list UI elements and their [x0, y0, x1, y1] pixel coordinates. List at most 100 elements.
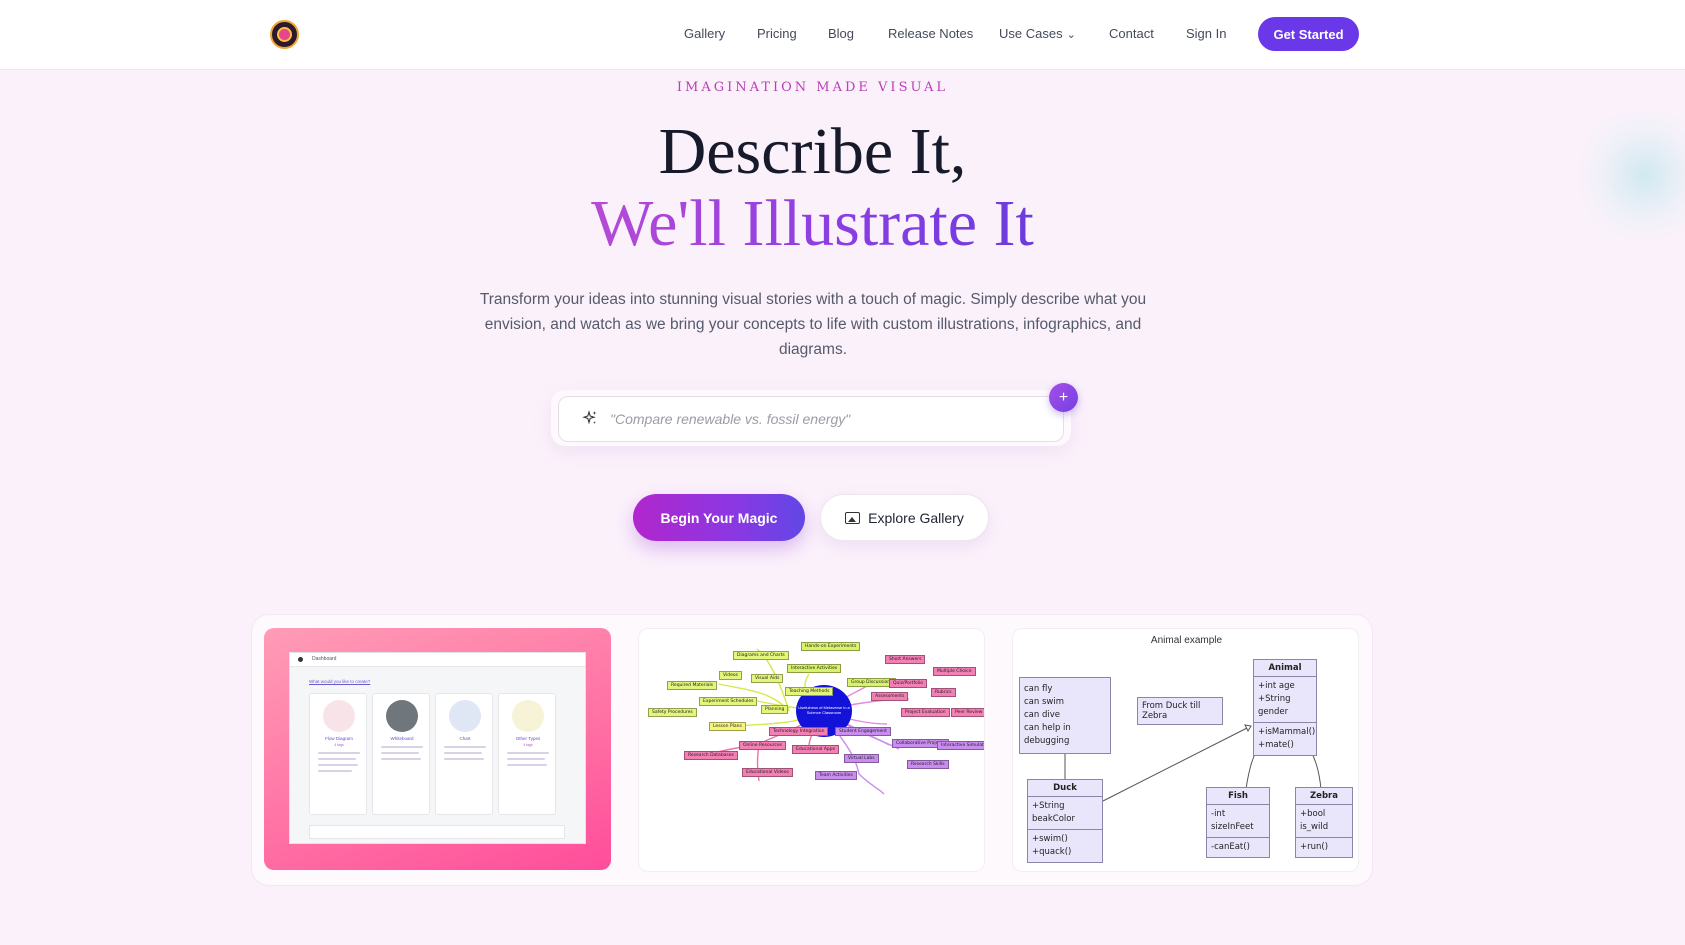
uml-class-methods: +isMammal() +mate()	[1254, 723, 1316, 755]
mindmap-node: Project Evaluation	[901, 708, 950, 717]
text-line	[381, 758, 421, 760]
uml-method: +quack()	[1032, 847, 1072, 857]
mindmap-node: Interactive Simulations	[937, 741, 984, 750]
explore-gallery-label: Explore Gallery	[868, 509, 964, 526]
uml-note: can fly can swim can dive can help in de…	[1019, 677, 1111, 754]
nav-gallery[interactable]: Gallery	[684, 26, 725, 41]
type-name: Flow Diagram	[325, 736, 353, 741]
mindmap-node: Research Skills	[907, 760, 949, 769]
logo[interactable]	[270, 20, 299, 49]
hero-eyebrow: IMAGINATION MADE VISUAL	[676, 80, 949, 95]
app-preview-title: Dashboard	[312, 656, 337, 662]
app-logo-dot	[298, 657, 303, 662]
mindmap-node: Diagrams and Charts	[733, 651, 789, 660]
mindmap-node: Quiz/Portfolio	[889, 679, 928, 688]
text-line	[381, 752, 419, 754]
uml-method: +swim()	[1032, 834, 1068, 844]
uml-label: From Duck till Zebra	[1137, 697, 1223, 725]
app-preview-question: What would you like to create?	[309, 679, 371, 684]
type-tag: 4 tags	[523, 743, 533, 747]
type-name: Whiteboard	[390, 736, 414, 741]
text-line	[318, 770, 352, 772]
mindmap-center: Usefulness of Metaverse in a Science Cla…	[798, 705, 850, 715]
hero-title-line2: We'll Illustrate It	[0, 186, 1625, 262]
uml-field: +int age	[1258, 681, 1295, 691]
app-preview-header: Dashboard	[290, 653, 585, 667]
uml-class-name: Fish	[1207, 788, 1269, 805]
showcase-card-mindmap[interactable]: Usefulness of Metaverse in a Science Cla…	[638, 628, 985, 872]
showcase-card-app[interactable]: Dashboard What would you like to create?…	[264, 628, 611, 870]
top-navbar: Gallery Pricing Blog Release Notes Use C…	[0, 0, 1685, 70]
sparkles-icon-svg	[582, 410, 597, 425]
uml-field: +bool is_wild	[1300, 809, 1329, 832]
mindmap-node: Educational Videos	[742, 768, 793, 777]
hero-subtitle: Transform your ideas into stunning visua…	[479, 291, 1147, 358]
uml-field: +String beakColor	[1032, 801, 1075, 824]
uml-class-fields: +int age +String gender	[1254, 677, 1316, 723]
mindmap-node: Safety Procedures	[648, 708, 697, 717]
mindmap-node: Student Engagement	[835, 727, 891, 736]
mindmap-node: Educational Apps	[792, 745, 839, 754]
nav-pricing[interactable]: Pricing	[757, 26, 797, 41]
mindmap-node: Team Activities	[815, 771, 857, 780]
uml-class-fish: Fish -int sizeInFeet -canEat()	[1206, 787, 1270, 858]
sparkles-icon	[582, 410, 598, 431]
uml-class-methods: -canEat()	[1207, 838, 1269, 857]
mindmap-node: Virtual Labs	[844, 754, 879, 763]
prompt-input[interactable]	[610, 407, 1050, 431]
mindmap-node: Interactive Activities	[787, 664, 842, 673]
text-line	[318, 764, 358, 766]
text-line	[507, 752, 549, 754]
uml-note-line: can fly	[1024, 684, 1053, 694]
app-preview-footer	[309, 825, 565, 839]
get-started-button[interactable]: Get Started	[1258, 17, 1359, 51]
mindmap-node: Experiment Schedules	[699, 697, 758, 706]
uml-method: -canEat()	[1211, 842, 1250, 852]
nav-use-cases-label: Use Cases	[999, 26, 1063, 41]
logo-mark	[277, 27, 292, 42]
mindmap-node: Planning	[761, 705, 789, 714]
image-icon	[845, 511, 861, 524]
uml-class-methods: +swim() +quack()	[1028, 830, 1102, 862]
mindmap-node: Lesson Plans	[709, 722, 746, 731]
uml-method: +mate()	[1258, 740, 1294, 750]
uml-class-zebra: Zebra +bool is_wild +run()	[1295, 787, 1353, 858]
uml-class-fields: -int sizeInFeet	[1207, 805, 1269, 838]
explore-gallery-button[interactable]: Explore Gallery	[820, 494, 989, 541]
mindmap-node: Assessments	[871, 692, 909, 701]
plus-icon[interactable]: +	[1049, 383, 1078, 412]
uml-note-line: can dive	[1024, 710, 1060, 720]
text-line	[318, 752, 360, 754]
type-thumbnail	[323, 700, 355, 732]
begin-magic-button[interactable]: Begin Your Magic	[633, 494, 805, 541]
mindmap-node: Online Resources	[739, 741, 786, 750]
uml-method: +run()	[1300, 842, 1329, 852]
mindmap-node: Hands-on Experiments	[801, 642, 861, 651]
uml-method: +isMammal()	[1258, 727, 1316, 737]
nav-use-cases[interactable]: Use Cases ⌄	[999, 26, 1076, 41]
mindmap-node: Videos	[719, 671, 742, 680]
uml-class-animal: Animal +int age +String gender +isMammal…	[1253, 659, 1317, 756]
type-thumbnail	[449, 700, 481, 732]
text-line	[318, 758, 356, 760]
showcase-card-uml[interactable]: Animal example can fly can swim can dive…	[1012, 628, 1359, 872]
text-line	[381, 746, 423, 748]
type-thumbnail	[512, 700, 544, 732]
mindmap-node: Required Materials	[667, 681, 718, 690]
mindmap-node: Teaching Methods	[785, 687, 834, 696]
text-line	[507, 764, 547, 766]
uml-field: +String gender	[1258, 694, 1291, 717]
uml-class-duck: Duck +String beakColor +swim() +quack()	[1027, 779, 1103, 863]
nav-blog[interactable]: Blog	[828, 26, 854, 41]
mindmap-node: Rubrics	[931, 688, 956, 697]
mindmap-node: Technology Integration	[769, 727, 829, 736]
mindmap-node: Multiple Choice	[933, 667, 976, 676]
nav-release-notes[interactable]: Release Notes	[888, 26, 973, 41]
nav-contact[interactable]: Contact	[1109, 26, 1154, 41]
type-card: Other Types 4 tags	[498, 693, 556, 815]
chevron-down-icon: ⌄	[1066, 29, 1076, 41]
uml-class-fields: +String beakColor	[1028, 797, 1102, 830]
mindmap-node: Visual Aids	[751, 674, 784, 683]
nav-sign-in[interactable]: Sign In	[1186, 26, 1226, 41]
type-card: Flow Diagram 4 tags	[309, 693, 367, 815]
